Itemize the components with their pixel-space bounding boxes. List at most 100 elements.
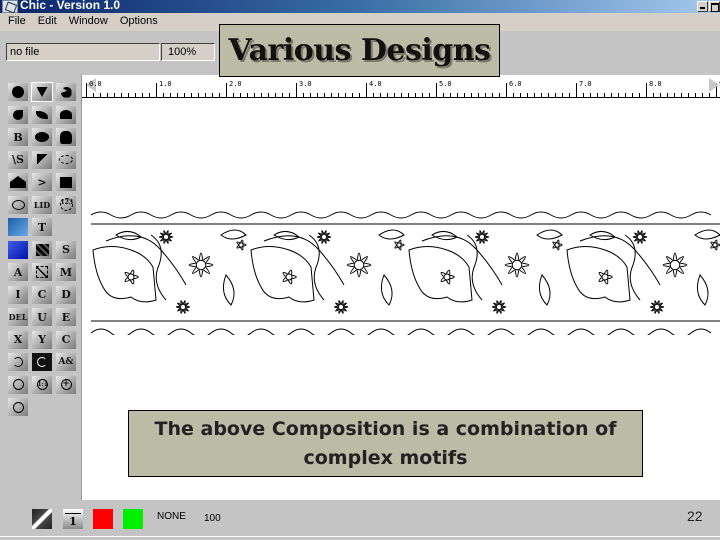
maximize-button[interactable] [709,1,720,12]
ruler-label: 6.0 [509,80,522,88]
angle-tool-button[interactable]: > [32,173,52,191]
page-number: 22 [687,508,703,524]
secondary-color-swatch[interactable] [123,509,143,529]
rosette-motif [649,300,665,314]
scale-tool-button[interactable] [32,263,52,281]
lid-tool-button[interactable]: LID [32,195,52,214]
leaf-panel-motif [566,246,631,303]
menu-window[interactable]: Window [65,13,116,31]
delete-tool-button[interactable]: DEL [8,308,28,326]
large-flower-motif [188,252,214,278]
numbered-rotate-tool-button[interactable]: 123 [56,195,76,214]
y-label: Y [38,333,46,346]
embroidery-border-design[interactable] [91,205,720,335]
fit-zoom-tool-button[interactable] [8,375,28,394]
actual-zoom-tool-button[interactable]: 1:1 [32,375,52,394]
drop-shape-icon [13,109,23,120]
gradient-tool-button[interactable] [8,218,28,236]
i-tool-button[interactable]: I [8,285,28,304]
ruler-label: 4.0 [369,80,382,88]
menu-options[interactable]: Options [116,13,166,31]
scale-icon [36,266,48,278]
title-bar: Chic - Version 1.0 [0,0,720,13]
menu-edit[interactable]: Edit [34,13,65,31]
ruler-label: 8.0 [649,80,662,88]
square-fill-icon [60,176,72,188]
ruler-ticks [82,83,720,98]
d-tool-button[interactable]: D [56,285,76,304]
menu-file[interactable]: File [4,13,34,31]
bell-shape-tool-button[interactable] [56,128,76,146]
file-name-field: no file [6,43,160,61]
zoom-in-tool-button[interactable]: + [56,375,76,394]
text-label: T [37,220,47,234]
u-tool-button[interactable]: U [32,308,52,326]
fill-color-tool-button[interactable] [8,240,28,259]
line-width-icon[interactable]: 1 [63,509,83,529]
redo-tool-button[interactable] [32,353,52,371]
ruler-label: 0.0 [89,80,102,88]
dotted-ellipse-tool-button[interactable] [56,150,76,169]
rosette-motif-center [495,303,503,311]
pen-icon[interactable] [32,509,52,529]
x-tool-button[interactable]: X [8,330,28,349]
rosette-motif [158,230,174,244]
heart-shape-tool-button[interactable] [31,82,53,102]
app-window: Chic - Version 1.0 File Edit Window Opti… [0,0,720,540]
bold-b-tool-button[interactable]: B [8,128,28,146]
leaf-motif [220,229,247,240]
vine-stem-motif [579,235,661,286]
leaf-motif [538,274,551,306]
triangle-tool-button[interactable] [32,150,52,169]
ruler-label: 5.0 [439,80,452,88]
leaf-motif [536,229,563,240]
rosette-motif [316,230,332,244]
window-title: Chic - Version 1.0 [20,0,121,12]
arch-fill-tool-button[interactable] [8,173,28,191]
vs-curve-tool-button[interactable]: \S [8,150,28,169]
e-tool-button[interactable]: E [56,308,76,326]
ruler-label: 3.0 [299,80,312,88]
small-flower-motif [710,239,720,251]
vine-stem-motif [263,235,345,286]
s-tool-button[interactable]: S [56,240,76,259]
rosette-motif [474,230,490,244]
text-tool-button[interactable]: T [32,218,52,236]
heart-shape-icon [36,87,48,97]
m-label: M [59,265,73,279]
style-tool-button[interactable]: A& [56,353,76,371]
fit-zoom-icon [12,379,24,390]
zoom-out-tool-button[interactable] [8,398,28,416]
ellipse-fill-tool-button[interactable] [32,128,52,146]
fill-mode-label: NONE [157,511,186,522]
small-flower-motif-center [554,242,560,248]
c-tool-button[interactable]: C [32,285,52,304]
square-fill-tool-button[interactable] [56,173,76,191]
scroll-right-arrow[interactable] [709,78,719,92]
copy-tool-button[interactable]: C [56,330,76,349]
y-tool-button[interactable]: Y [32,330,52,349]
circle-segment-tool-button[interactable] [8,83,28,101]
a-tool-button[interactable]: A [8,263,28,281]
primary-color-swatch[interactable] [93,509,113,529]
large-flower-motif [662,252,688,278]
leaf-panel-motif [250,246,315,303]
rosette-motif-center [179,303,187,311]
m-tool-button[interactable]: M [56,263,76,281]
drop-shape-tool-button[interactable] [8,105,28,124]
lasso-tool-button[interactable] [8,195,28,214]
ruler-label: 7.0 [579,80,592,88]
leaf-motif [694,229,720,240]
minimize-button[interactable] [697,1,708,12]
vine-stem-motif [105,235,187,286]
dome-shape-tool-button[interactable] [56,105,76,124]
pattern-fill-tool-button[interactable] [32,240,52,259]
crescent-tool-button[interactable] [56,83,76,101]
c-label: C [37,288,47,301]
leaf-curve-tool-button[interactable] [32,105,52,124]
triangle-icon [36,154,48,165]
undo-tool-button[interactable] [8,353,28,371]
large-flower-motif [504,252,530,278]
x-label: X [13,333,23,346]
top-scalloped-edge [91,211,712,219]
